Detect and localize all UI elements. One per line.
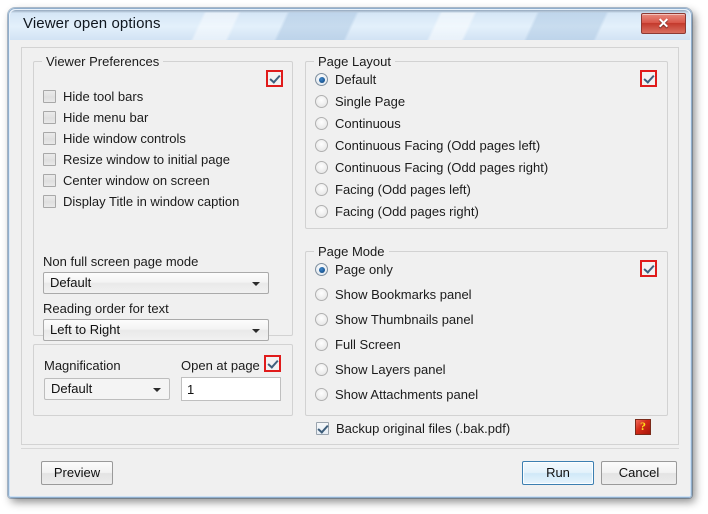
checkbox-label: Resize window to initial page bbox=[63, 152, 230, 167]
open-at-page-label: Open at page bbox=[181, 358, 260, 373]
checkbox-label: Backup original files (.bak.pdf) bbox=[336, 421, 511, 436]
checkbox-label: Hide window controls bbox=[63, 131, 186, 146]
checkbox-label: Hide menu bar bbox=[63, 110, 149, 125]
checkbox-box bbox=[43, 174, 56, 187]
page-layout-group: Page Layout Default Single Page Continuo… bbox=[305, 54, 668, 229]
radio-page-layout-single-page[interactable]: Single Page bbox=[315, 92, 405, 111]
checkbox-box bbox=[316, 422, 329, 435]
preview-button[interactable]: Preview bbox=[41, 461, 113, 485]
radio-page-layout-facing-odd-right[interactable]: Facing (Odd pages right) bbox=[315, 202, 479, 221]
reading-order-label: Reading order for text bbox=[43, 301, 169, 316]
radio-button bbox=[315, 73, 328, 86]
chevron-down-icon bbox=[252, 282, 260, 286]
run-button[interactable]: Run bbox=[522, 461, 594, 485]
non-full-screen-page-mode-label: Non full screen page mode bbox=[43, 254, 199, 269]
chevron-down-icon bbox=[153, 388, 161, 392]
window-title: Viewer open options bbox=[23, 15, 161, 32]
title-bar[interactable]: Viewer open options ✕ bbox=[10, 10, 690, 40]
options-content-panel: Viewer Preferences Hide tool bars Hide m… bbox=[21, 47, 679, 445]
radio-page-mode-show-attachments-panel[interactable]: Show Attachments panel bbox=[315, 385, 478, 404]
bottom-separator bbox=[21, 448, 679, 449]
checkbox-hide-window-controls[interactable]: Hide window controls bbox=[43, 129, 186, 148]
radio-page-layout-default[interactable]: Default bbox=[315, 70, 376, 89]
checkbox-box bbox=[43, 90, 56, 103]
radio-label: Page only bbox=[335, 262, 393, 277]
radio-label: Continuous Facing (Odd pages left) bbox=[335, 138, 541, 153]
combo-value: Default bbox=[51, 381, 93, 396]
radio-page-layout-continuous-facing-odd-left[interactable]: Continuous Facing (Odd pages left) bbox=[315, 136, 540, 155]
radio-page-layout-facing-odd-left[interactable]: Facing (Odd pages left) bbox=[315, 180, 471, 199]
radio-page-mode-show-thumbnails-panel[interactable]: Show Thumbnails panel bbox=[315, 310, 474, 329]
checkbox-box bbox=[43, 153, 56, 166]
radio-button bbox=[315, 117, 328, 130]
combo-value: Left to Right bbox=[50, 322, 121, 337]
magnification-panel: Magnification Default Open at page bbox=[33, 344, 293, 416]
cancel-button[interactable]: Cancel bbox=[601, 461, 677, 485]
help-question-icon[interactable]: ? bbox=[635, 419, 651, 435]
close-icon: ✕ bbox=[657, 15, 670, 31]
open-at-page-input[interactable] bbox=[181, 377, 281, 401]
radio-label: Full Screen bbox=[335, 337, 401, 352]
radio-page-mode-show-bookmarks-panel[interactable]: Show Bookmarks panel bbox=[315, 285, 472, 304]
combo-value: Default bbox=[50, 275, 92, 290]
radio-label: Show Thumbnails panel bbox=[335, 312, 474, 327]
viewer-preferences-help-marker[interactable] bbox=[266, 70, 283, 87]
checkbox-label: Center window on screen bbox=[63, 173, 210, 188]
title-bar-top-edge bbox=[10, 10, 690, 13]
radio-label: Facing (Odd pages right) bbox=[335, 204, 479, 219]
radio-label: Show Attachments panel bbox=[335, 387, 479, 402]
radio-button bbox=[315, 183, 328, 196]
checkbox-hide-tool-bars[interactable]: Hide tool bars bbox=[43, 87, 143, 106]
radio-button bbox=[315, 338, 328, 351]
page-mode-group: Page Mode Page only Show Bookmarks panel… bbox=[305, 244, 668, 416]
dialog-window: Viewer open options ✕ Viewer Preferences… bbox=[8, 8, 692, 498]
page-mode-help-marker[interactable] bbox=[640, 260, 657, 277]
radio-button bbox=[315, 388, 328, 401]
checkbox-label: Display Title in window caption bbox=[63, 194, 240, 209]
radio-button bbox=[315, 139, 328, 152]
radio-page-layout-continuous[interactable]: Continuous bbox=[315, 114, 401, 133]
radio-button bbox=[315, 288, 328, 301]
checkbox-box bbox=[43, 132, 56, 145]
radio-label: Single Page bbox=[335, 94, 406, 109]
radio-label: Continuous bbox=[335, 116, 401, 131]
radio-page-layout-continuous-facing-odd-right[interactable]: Continuous Facing (Odd pages right) bbox=[315, 158, 548, 177]
viewer-preferences-title: Viewer Preferences bbox=[42, 54, 164, 69]
page-layout-help-marker[interactable] bbox=[640, 70, 657, 87]
radio-label: Continuous Facing (Odd pages right) bbox=[335, 160, 549, 175]
radio-label: Facing (Odd pages left) bbox=[335, 182, 471, 197]
radio-button bbox=[315, 205, 328, 218]
magnification-combo[interactable]: Default bbox=[44, 378, 170, 400]
magnification-label: Magnification bbox=[44, 358, 121, 373]
radio-button bbox=[315, 263, 328, 276]
radio-label: Show Bookmarks panel bbox=[335, 287, 472, 302]
viewer-preferences-group: Viewer Preferences Hide tool bars Hide m… bbox=[33, 54, 293, 341]
page-mode-title: Page Mode bbox=[314, 244, 389, 259]
help-question-glyph: ? bbox=[640, 419, 646, 433]
checkbox-backup-original-files[interactable]: Backup original files (.bak.pdf) bbox=[316, 419, 510, 438]
non-full-screen-page-mode-combo[interactable]: Default bbox=[43, 272, 269, 294]
radio-button bbox=[315, 95, 328, 108]
radio-label: Show Layers panel bbox=[335, 362, 446, 377]
page-layout-title: Page Layout bbox=[314, 54, 396, 69]
radio-button bbox=[315, 363, 328, 376]
checkbox-hide-menu-bar[interactable]: Hide menu bar bbox=[43, 108, 148, 127]
checkbox-center-window-on-screen[interactable]: Center window on screen bbox=[43, 171, 210, 190]
checkbox-box bbox=[43, 195, 56, 208]
dialog-client-area: Viewer Preferences Hide tool bars Hide m… bbox=[10, 40, 690, 496]
checkbox-box bbox=[43, 111, 56, 124]
reading-order-combo[interactable]: Left to Right bbox=[43, 319, 269, 341]
radio-page-mode-page-only[interactable]: Page only bbox=[315, 260, 393, 279]
open-at-page-help-marker[interactable] bbox=[264, 355, 281, 372]
radio-button bbox=[315, 313, 328, 326]
radio-label: Default bbox=[335, 72, 377, 87]
chevron-down-icon bbox=[252, 329, 260, 333]
radio-page-mode-show-layers-panel[interactable]: Show Layers panel bbox=[315, 360, 446, 379]
close-button[interactable]: ✕ bbox=[641, 13, 686, 34]
radio-button bbox=[315, 161, 328, 174]
checkbox-resize-window-to-initial-page[interactable]: Resize window to initial page bbox=[43, 150, 230, 169]
checkbox-display-title-in-window-caption[interactable]: Display Title in window caption bbox=[43, 192, 239, 211]
checkbox-label: Hide tool bars bbox=[63, 89, 144, 104]
radio-page-mode-full-screen[interactable]: Full Screen bbox=[315, 335, 401, 354]
